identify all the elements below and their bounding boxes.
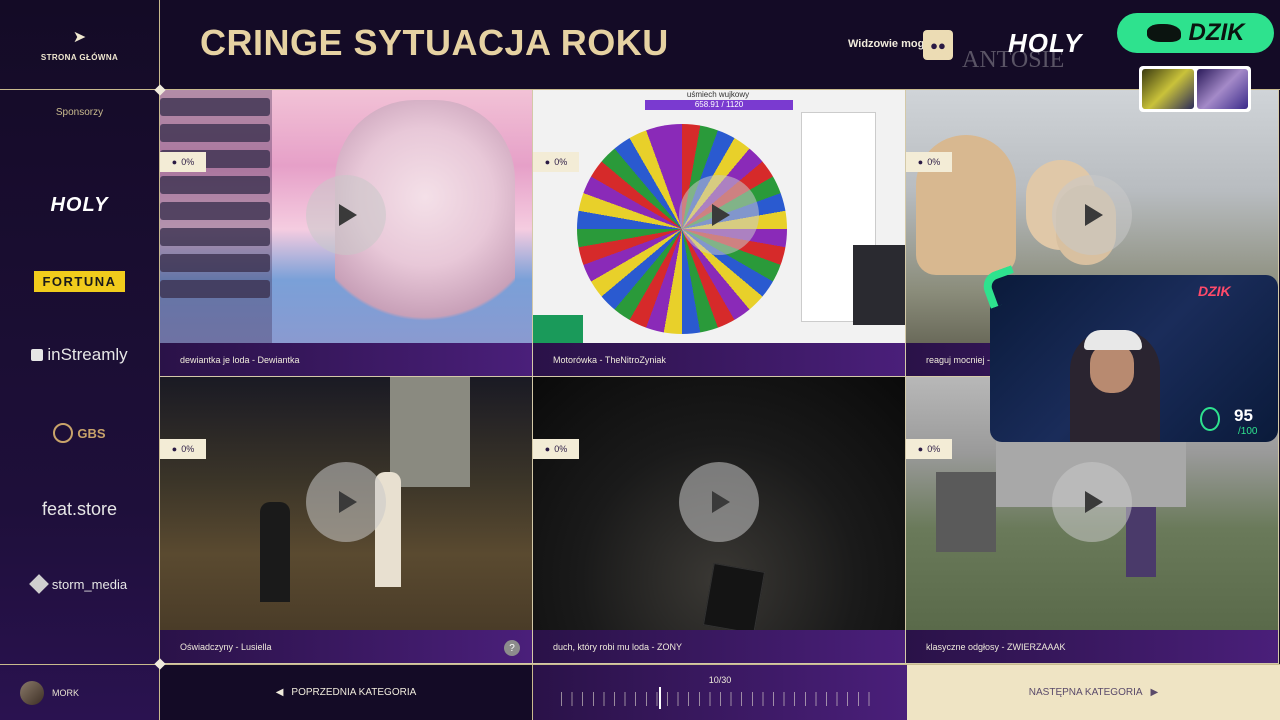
card-image	[1196, 69, 1248, 109]
avatar	[20, 680, 44, 705]
video-tile[interactable]: ● 0% dewiantka je loda - Dewiantka	[160, 90, 533, 377]
sponsor-fortuna-logo[interactable]: FORTUNA	[0, 269, 159, 293]
minecraft-mob-image	[936, 472, 996, 552]
holy-logo: HOLY	[1008, 28, 1083, 58]
streamer-face	[1090, 343, 1134, 393]
header: CRINGE SYTUACJA ROKU Widzowie mogą ●●	[160, 0, 1280, 90]
video-tile[interactable]: uśmiech wujkowy 658.91 / 1120 ● 0% Motoró…	[533, 90, 906, 377]
arrow-right-icon: ▶	[1150, 687, 1159, 698]
webcam-inset	[853, 245, 905, 325]
vote-percent-badge: ● 0%	[160, 439, 206, 459]
gbs-logo-text: GBS	[77, 425, 106, 441]
play-icon	[1085, 491, 1103, 513]
neon-sign-text: DZIK	[1198, 283, 1231, 299]
play-button[interactable]	[306, 175, 386, 255]
play-button[interactable]	[1052, 462, 1132, 542]
wheel-progress-bar: 658.91 / 1120	[645, 100, 793, 110]
video-caption: Motorówka - TheNitroZyniak	[533, 343, 905, 376]
play-icon	[1085, 204, 1103, 226]
vote-percent-badge: ● 0%	[533, 152, 579, 172]
dzik-label: DZIK	[1188, 19, 1245, 46]
back-arrow-icon: ➤	[72, 29, 87, 46]
minecraft-player-image	[1126, 507, 1156, 577]
user-profile[interactable]: MORK	[0, 664, 159, 720]
sponsor-instreamly-logo[interactable]: inStreamly	[0, 343, 159, 367]
play-icon	[712, 204, 730, 226]
users-icon: ●●	[930, 37, 946, 53]
play-button[interactable]	[679, 175, 759, 255]
instreamly-mark-icon	[31, 349, 44, 361]
viewers-toggle-button[interactable]: ●●	[923, 30, 953, 60]
storm-logo-text: storm_media	[51, 576, 128, 592]
gbs-crosshair-icon	[53, 423, 74, 443]
video-caption: dewiantka je loda - Dewiantka	[160, 343, 532, 376]
score-max: /100	[1238, 426, 1258, 437]
users-icon: ●	[917, 444, 924, 454]
help-icon[interactable]: ?	[504, 640, 520, 656]
users-icon: ●	[544, 157, 551, 167]
user-name: MORK	[52, 687, 79, 698]
category-progress[interactable]: 10/30	[533, 664, 907, 720]
streamer-cap	[1084, 330, 1142, 350]
home-label: STRONA GŁÓWNA	[40, 53, 119, 62]
vote-percent-badge: ● 0%	[533, 439, 579, 459]
chat-overlay	[160, 90, 272, 343]
previous-category-button[interactable]: ◀ POPRZEDNIA KATEGORIA	[160, 664, 533, 720]
video-caption: duch, który robi mu loda - ZONY	[533, 630, 905, 663]
sponsor-holy-logo[interactable]: HOLY	[0, 190, 159, 220]
storm-mark-icon	[29, 574, 49, 594]
video-tile[interactable]: ● 0% Oświadczyny - Lusiella ?	[160, 377, 533, 664]
fortuna-logo-text: FORTUNA	[34, 270, 125, 292]
mini-cards-overlay	[1139, 66, 1251, 112]
video-caption: klasyczne odgłosy - ZWIERZAAAK	[906, 630, 1278, 663]
previous-category-label: POPRZEDNIA KATEGORIA	[291, 687, 417, 698]
sponsor-featstore-logo[interactable]: feat.store	[0, 496, 159, 522]
video-tile[interactable]: ● 0% duch, który robi mu loda - ZONY	[533, 377, 906, 664]
next-category-button[interactable]: NASTĘPNA KATEGORIA ▶	[907, 664, 1280, 720]
boar-icon	[1146, 24, 1181, 42]
users-icon: ●	[171, 444, 178, 454]
chili-icon	[1200, 407, 1220, 431]
footer-nav: ◀ POPRZEDNIA KATEGORIA 10/30 NASTĘPNA KA…	[160, 664, 1280, 720]
dzik-badge: DZIK	[1117, 13, 1274, 53]
viewers-label: Widzowie mogą	[848, 38, 931, 50]
play-icon	[339, 491, 357, 513]
category-counter: 10/30	[708, 675, 732, 685]
wheel-title: uśmiech wujkowy	[686, 90, 750, 99]
vote-percent-badge: ● 0%	[906, 152, 952, 172]
score-value: 95	[1234, 406, 1253, 425]
users-icon: ●	[917, 157, 924, 167]
users-icon: ●	[171, 157, 178, 167]
crane-image	[390, 377, 470, 487]
next-category-label: NASTĘPNA KATEGORIA	[1028, 687, 1143, 698]
instreamly-logo-text: inStreamly	[47, 345, 128, 364]
sponsors-title: Sponsorzy	[55, 107, 104, 118]
promo-badge	[533, 315, 583, 343]
play-button[interactable]	[1052, 175, 1132, 255]
person-image	[260, 502, 290, 602]
video-caption: Oświadczyny - Lusiella	[160, 630, 532, 663]
page-title: CRINGE SYTUACJA ROKU	[200, 22, 669, 63]
phone-image	[702, 562, 766, 635]
sponsor-storm-media-logo[interactable]: storm_media	[0, 572, 159, 596]
sidebar: ➤ STRONA GŁÓWNA Sponsorzy HOLY FORTUNA i…	[0, 0, 160, 720]
play-button[interactable]	[306, 462, 386, 542]
play-icon	[339, 204, 357, 226]
play-button[interactable]	[679, 462, 759, 542]
users-icon: ●	[544, 444, 551, 454]
sponsor-gbs-logo[interactable]: GBS	[0, 418, 159, 448]
vote-percent-badge: ● 0%	[906, 439, 952, 459]
arrow-left-icon: ◀	[275, 687, 284, 698]
streamer-webcam: DZIK 95 /100	[990, 275, 1278, 442]
card-image	[1142, 69, 1194, 109]
progress-ticks	[561, 692, 879, 706]
home-button[interactable]: ➤ STRONA GŁÓWNA	[0, 0, 159, 90]
play-icon	[712, 491, 730, 513]
vote-percent-badge: ● 0%	[160, 152, 206, 172]
progress-current-marker	[659, 687, 661, 709]
